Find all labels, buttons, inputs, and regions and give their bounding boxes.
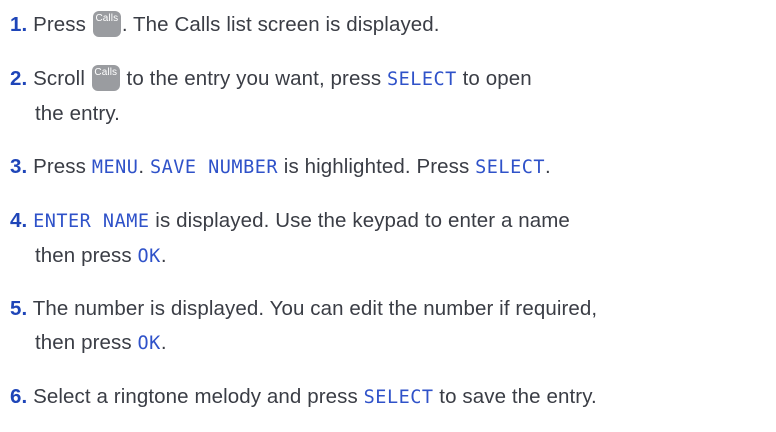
step-number: 1. [10, 13, 28, 36]
step-4: 4. ENTER NAME is displayed. Use the keyp… [10, 204, 772, 274]
step-number: 4. [10, 209, 28, 232]
lcd-menu: MENU [91, 157, 139, 178]
calls-key-icon: Calls [92, 11, 121, 46]
lcd-enter-name: ENTER NAME [33, 211, 150, 232]
lcd-select: SELECT [386, 69, 457, 90]
step-number: 5. [10, 297, 28, 320]
calls-key-icon: Calls [91, 65, 120, 100]
step-number: 3. [10, 155, 28, 178]
step-3: 3. Press MENU. SAVE NUMBER is highlighte… [10, 155, 551, 178]
step-4-continuation: then press OK. [35, 244, 167, 267]
lcd-ok: OK [137, 246, 161, 267]
step-number: 6. [10, 385, 28, 408]
lcd-select: SELECT [475, 157, 545, 178]
step-5: 5. The number is displayed. You can edit… [10, 292, 772, 361]
lcd-save-number: SAVE NUMBER [149, 157, 278, 178]
step-2: 2. Scroll Calls to the entry you want, p… [10, 65, 532, 125]
step-1: 1. Press Calls. The Calls list screen is… [10, 8, 772, 46]
lcd-ok: OK [137, 333, 161, 354]
lcd-select: SELECT [363, 387, 434, 408]
step-6: 6. Select a ringtone melody and press SE… [10, 385, 597, 408]
step-number: 2. [10, 67, 28, 90]
step-5-continuation: then press OK. [35, 331, 167, 354]
